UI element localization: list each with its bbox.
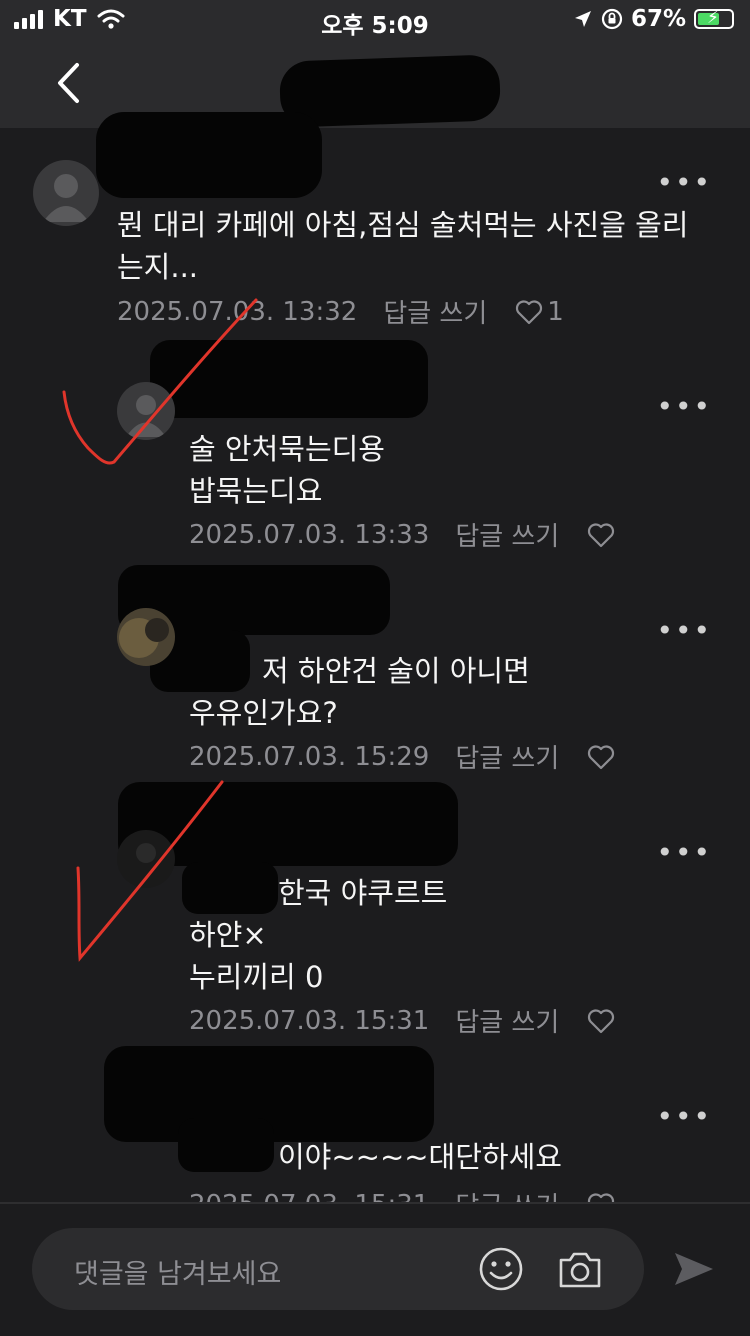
comment-meta: 2025.07.03. 15:29 답글 쓰기 [189,738,615,775]
heart-icon [516,299,543,324]
like-button[interactable] [587,522,615,548]
timestamp: 2025.07.03. 15:31 [189,1190,429,1203]
reply-button[interactable]: 답글 쓰기 [383,293,487,330]
timestamp: 2025.07.03. 13:33 [189,519,430,550]
comment-text-line: 는지... [117,250,199,284]
comment-meta: 2025.07.03. 13:32 답글 쓰기 1 [117,293,564,330]
like-button[interactable] [587,744,615,770]
camera-icon [559,1252,601,1288]
reply-button[interactable]: 답글 쓰기 [455,1002,559,1039]
comment-text-line: 술 안처묵는디용 [189,432,385,466]
avatar[interactable] [117,382,175,440]
comment-text-line: 저 하얀건 술이 아니면 [262,654,530,688]
battery-percent: 67% [630,6,686,32]
status-right: 67% ⚡ [573,6,734,32]
comment-text: 우유인가요? [189,692,709,734]
status-bar: KT 오후 5:09 67% ⚡ [0,0,750,40]
reply-button[interactable]: 답글 쓰기 [455,738,559,775]
like-button[interactable]: 1 [515,297,564,327]
comment-text: 한국 야쿠르트 [278,872,708,914]
like-button[interactable] [587,1192,615,1202]
more-options-button[interactable]: ••• [656,617,712,645]
comment-item: ••• 술 안처묵는디용 밥묵는디요 2025.07.03. 13:33 답글 … [0,380,750,570]
default-user-icon [126,395,166,437]
comment-meta: 2025.07.03. 15:31 답글 쓰기 [189,1002,615,1039]
comment-text: 저 하얀건 술이 아니면 [262,650,712,692]
comment-input-bar: 댓글을 남겨보세요 [0,1202,750,1336]
comment-item: ••• 뭔 대리 카페에 아침,점심 술처먹는 사진을 올리 는지... 202… [0,150,750,340]
avatar[interactable] [33,160,99,226]
comment-text-line: 한국 야쿠르트 [278,876,448,910]
comment-item: ••• 이야~~~~대단하세요 2025.07.03. 15:31 답글 쓰기 [0,1090,750,1202]
comment-text: 이야~~~~대단하세요 [278,1136,708,1178]
more-options-button[interactable]: ••• [656,169,712,197]
avatar[interactable] [117,608,175,666]
timestamp: 2025.07.03. 15:31 [189,1005,430,1036]
comment-meta: 2025.07.03. 13:33 답글 쓰기 [189,516,615,553]
rotation-lock-icon [601,8,623,30]
send-icon [675,1253,713,1285]
smiley-icon [479,1247,523,1291]
comment-input[interactable]: 댓글을 남겨보세요 [32,1228,644,1310]
like-button[interactable] [587,1008,615,1034]
heart-icon [588,744,615,769]
comment-text-line: 하얀× [189,918,267,952]
heart-icon [588,522,615,547]
more-options-button[interactable]: ••• [656,393,712,421]
more-options-button[interactable]: ••• [656,1103,712,1131]
more-options-button[interactable]: ••• [656,839,712,867]
comment-text: 하얀× 누리끼리 0 [189,914,709,998]
camera-button[interactable] [556,1246,604,1296]
heart-icon [588,1192,615,1202]
comment-meta: 2025.07.03. 15:31 답글 쓰기 [189,1186,615,1202]
comment-text-line: 이야~~~~대단하세요 [278,1140,562,1174]
comment-text: 뭔 대리 카페에 아침,점심 술처먹는 사진을 올리 는지... [117,204,717,288]
user-photo-icon [119,618,169,658]
redaction-mark [278,54,502,128]
battery-icon: ⚡ [694,8,734,29]
comment-text-line: 뭔 대리 카페에 아침,점심 술처먹는 사진을 올리 [117,208,689,242]
comment-text-line: 우유인가요? [189,696,338,730]
emoji-button[interactable] [478,1246,524,1296]
default-user-icon [43,174,89,222]
avatar[interactable] [117,830,175,888]
location-arrow-icon [574,11,591,27]
send-button[interactable] [672,1250,716,1292]
comment-text-line: 누리끼리 0 [189,960,324,994]
comment-item: ••• 한국 야쿠르트 하얀× 누리끼리 0 2025.07.03. 15:31… [0,826,750,1046]
charging-bolt-icon: ⚡ [707,8,719,28]
reply-button[interactable]: 답글 쓰기 [455,1186,559,1202]
heart-icon [588,1008,615,1033]
comment-text: 술 안처묵는디용 밥묵는디요 [189,428,709,512]
default-user-icon [136,843,156,863]
reply-button[interactable]: 답글 쓰기 [455,516,559,553]
like-count: 1 [547,296,564,327]
comment-input-placeholder: 댓글을 남겨보세요 [74,1259,282,1290]
comment-item: ••• 저 하얀건 술이 아니면 우유인가요? 2025.07.03. 15:2… [0,604,750,794]
comment-text-line: 밥묵는디요 [189,474,323,508]
timestamp: 2025.07.03. 13:32 [117,296,358,327]
timestamp: 2025.07.03. 15:29 [189,741,430,772]
